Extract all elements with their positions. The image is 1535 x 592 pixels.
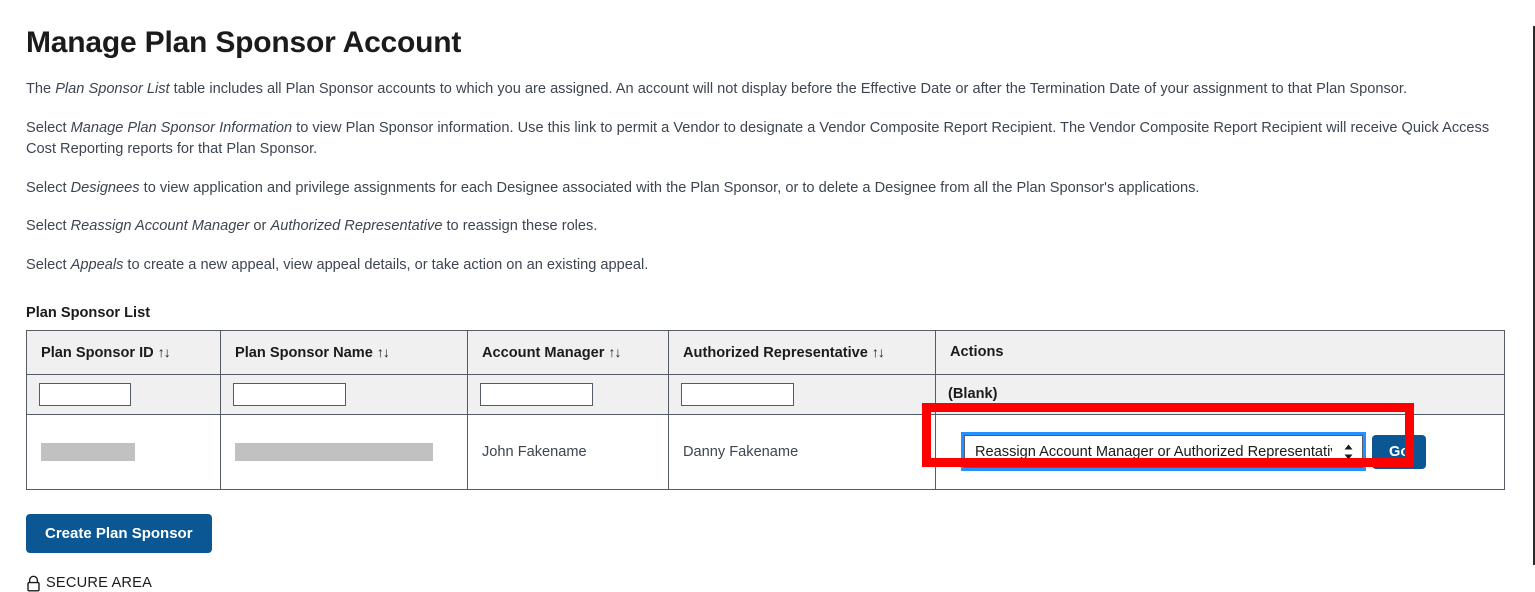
table-header: Plan Sponsor ID ↑↓ Plan Sponsor Name ↑↓ Ac…: [26, 329, 1505, 375]
plan-sponsor-table: Plan Sponsor ID ↑↓ Plan Sponsor Name ↑↓ Ac…: [26, 329, 1505, 490]
reassign-action-select[interactable]: Reassign Account Manager or Authorized R…: [964, 435, 1363, 469]
sort-arrows-icon[interactable]: ↑↓: [377, 344, 390, 360]
reassign-select-wrapper: Reassign Account Manager or Authorized R…: [961, 432, 1366, 472]
secure-area-indicator: SECURE AREA: [26, 575, 1507, 592]
cell-actions: Reassign Account Manager or Authorized R…: [935, 413, 1505, 490]
intro-paragraph-4: Select Reassign Account Manager or Autho…: [26, 216, 1507, 238]
redacted-plan-sponsor-id: [41, 442, 135, 461]
emphasis-text: Manage Plan Sponsor Information: [70, 119, 293, 136]
filter-input-plan-sponsor-name[interactable]: [233, 382, 346, 406]
body-text: to create a new appeal, view appeal deta…: [123, 256, 649, 273]
emphasis-text: Reassign Account Manager: [70, 218, 250, 235]
emphasis-text: Plan Sponsor List: [55, 81, 170, 97]
body-text: Select: [26, 179, 71, 196]
intro-paragraph-1: The Plan Sponsor List table includes all…: [26, 79, 1507, 101]
table-header-row: Plan Sponsor ID ↑↓ Plan Sponsor Name ↑↓ Ac…: [26, 329, 1505, 375]
actions-group: Reassign Account Manager or Authorized R…: [950, 425, 1490, 479]
cell-plan-sponsor-id: [26, 413, 221, 490]
table-caption: Plan Sponsor List: [26, 304, 151, 321]
filter-cell-actions: (Blank): [935, 373, 1505, 415]
go-button[interactable]: Go: [1372, 434, 1427, 469]
filter-cell-authorized-representative: [668, 373, 936, 415]
filter-input-account-manager[interactable]: [480, 382, 593, 406]
column-header-actions: Actions: [935, 329, 1505, 375]
emphasis-text: Appeals: [70, 256, 124, 273]
cell-account-manager: John Fakename: [467, 413, 669, 490]
cell-plan-sponsor-name: [220, 413, 468, 490]
filter-input-authorized-representative[interactable]: [681, 382, 794, 406]
filter-input-plan-sponsor-id[interactable]: [39, 382, 131, 406]
column-label: Authorized Representative: [683, 344, 868, 361]
manage-plan-sponsor-page: Manage Plan Sponsor Account The Plan Spo…: [0, 26, 1535, 591]
body-text: table includes all Plan Sponsor accounts…: [169, 81, 1407, 97]
sort-arrows-icon[interactable]: ↑↓: [158, 344, 171, 360]
body-text: to reassign these roles.: [442, 218, 598, 235]
table-body: (Blank) John Fakename Danny Fakename Rea…: [26, 373, 1505, 490]
table-filter-row: (Blank): [26, 373, 1505, 415]
lock-icon: [26, 575, 41, 592]
column-header-plan-sponsor-name[interactable]: Plan Sponsor Name ↑↓: [220, 329, 468, 375]
filter-cell-account-manager: [467, 373, 669, 415]
secure-area-label: SECURE AREA: [46, 575, 153, 592]
body-text: to view application and privilege assign…: [139, 179, 1200, 196]
body-text: or: [249, 218, 271, 235]
column-label: Account Manager: [482, 344, 605, 361]
emphasis-text: Designees: [70, 179, 140, 196]
column-header-authorized-representative[interactable]: Authorized Representative ↑↓: [668, 329, 936, 375]
intro-paragraph-2: Select Manage Plan Sponsor Information t…: [26, 118, 1507, 161]
body-text: Select: [26, 119, 71, 136]
sort-arrows-icon[interactable]: ↑↓: [608, 344, 621, 360]
intro-paragraphs: The Plan Sponsor List table includes all…: [26, 79, 1507, 277]
column-label: Plan Sponsor Name: [235, 344, 373, 361]
create-plan-sponsor-button[interactable]: Create Plan Sponsor: [26, 513, 212, 553]
body-text: Select: [26, 218, 71, 235]
intro-paragraph-3: Select Designees to view application and…: [26, 178, 1507, 200]
redacted-plan-sponsor-name: [235, 442, 433, 461]
table-row: John Fakename Danny Fakename Reassign Ac…: [26, 413, 1505, 490]
emphasis-text: Authorized Representative: [270, 218, 443, 235]
intro-paragraph-5: Select Appeals to create a new appeal, v…: [26, 255, 1507, 277]
column-header-account-manager[interactable]: Account Manager ↑↓: [467, 329, 669, 375]
column-label: Actions: [950, 344, 1004, 361]
filter-cell-plan-sponsor-name: [220, 373, 468, 415]
sort-arrows-icon[interactable]: ↑↓: [872, 344, 885, 360]
cell-authorized-representative: Danny Fakename: [668, 413, 936, 490]
column-label: Plan Sponsor ID: [41, 344, 154, 361]
body-text: The: [26, 81, 56, 97]
column-header-plan-sponsor-id[interactable]: Plan Sponsor ID ↑↓: [26, 329, 221, 375]
page-title: Manage Plan Sponsor Account: [26, 26, 462, 59]
body-text: Select: [26, 256, 71, 273]
filter-cell-plan-sponsor-id: [26, 373, 221, 415]
